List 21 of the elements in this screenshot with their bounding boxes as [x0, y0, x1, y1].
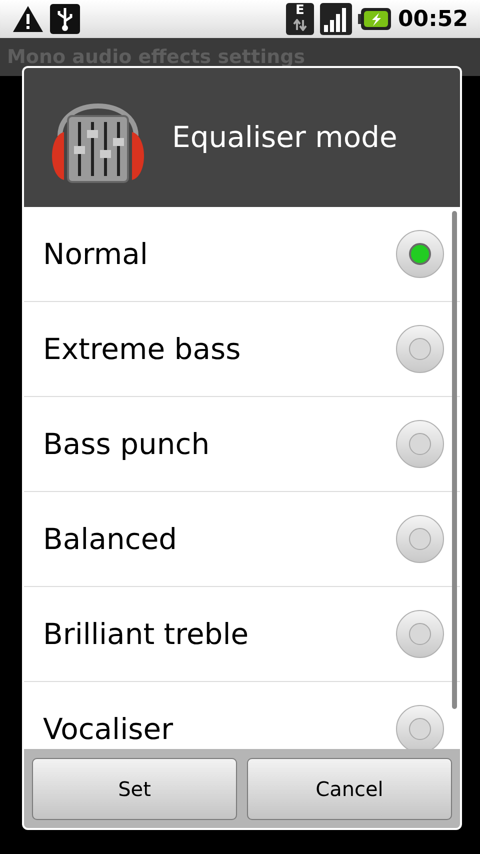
network-type-icon: E: [286, 3, 314, 35]
option-label: Balanced: [43, 524, 178, 554]
option-label: Vocaliser: [43, 714, 174, 744]
option-label: Brilliant treble: [43, 620, 250, 648]
option-label: Extreme bass: [43, 334, 242, 364]
battery-charging-icon: [358, 7, 392, 31]
radio-button[interactable]: [396, 515, 444, 563]
warning-icon: [12, 5, 44, 33]
option-label: Bass punch: [43, 430, 211, 458]
dialog-title: Equaliser mode: [172, 118, 398, 156]
radio-button[interactable]: [396, 705, 444, 749]
radio-button[interactable]: [396, 420, 444, 468]
usb-icon: [50, 4, 80, 34]
clock: 00:52: [398, 6, 468, 34]
dialog-button[interactable]: Set: [32, 758, 237, 820]
signal-icon: [320, 3, 352, 35]
radio-button[interactable]: [396, 610, 444, 658]
option-label: Normal: [43, 240, 149, 268]
radio-button[interactable]: [396, 325, 444, 373]
radio-button-selected[interactable]: [396, 230, 444, 278]
dialog-button[interactable]: Cancel: [247, 758, 452, 820]
